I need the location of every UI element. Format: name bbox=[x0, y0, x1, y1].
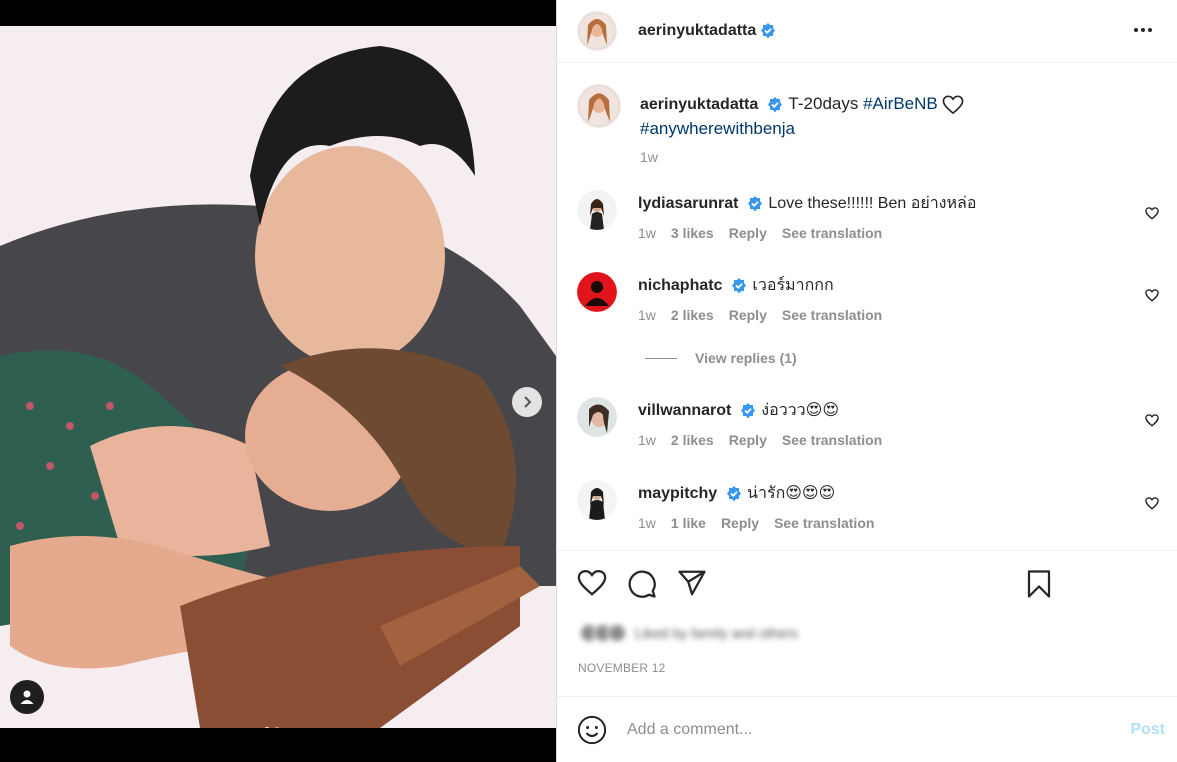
comment-item: lydiasarunrat Love these!!!!!! Ben อย่าง… bbox=[577, 190, 1167, 241]
carousel-dot-active bbox=[264, 727, 270, 728]
like-comment-icon[interactable] bbox=[1145, 207, 1159, 220]
commenter-username[interactable]: villwannarot bbox=[638, 402, 731, 419]
post-date[interactable]: NOVEMBER 12 bbox=[578, 661, 666, 675]
reply-button[interactable]: Reply bbox=[721, 515, 759, 531]
comment-text: Love these!!!!!! Ben อย่างหล่อ bbox=[768, 195, 977, 212]
caption-username[interactable]: aerinyuktadatta bbox=[640, 96, 758, 113]
comment-item: maypitchy น่ารัก😍😍😍 1w 1 like Reply See … bbox=[577, 480, 1167, 531]
post-header: aerinyuktadatta bbox=[557, 0, 1177, 63]
comment-text: เวอร์มากกก bbox=[752, 277, 834, 294]
carousel-indicator bbox=[264, 727, 280, 728]
reply-button[interactable]: Reply bbox=[729, 225, 767, 241]
comments-list: aerinyuktadatta T-20days #AirBeNB #anywh… bbox=[557, 68, 1177, 550]
emoji-icon[interactable] bbox=[577, 715, 607, 745]
comment-timestamp[interactable]: 1w bbox=[638, 515, 656, 531]
verified-icon bbox=[768, 96, 782, 113]
post-details-panel: aerinyuktadatta aerinyuktadatta T-20days… bbox=[556, 0, 1177, 762]
comment-text: น่ารัก😍😍😍 bbox=[747, 485, 836, 502]
like-comment-icon[interactable] bbox=[1145, 414, 1159, 427]
carousel-dot bbox=[274, 727, 280, 728]
commenter-avatar[interactable] bbox=[577, 397, 617, 437]
commenter-username[interactable]: lydiasarunrat bbox=[638, 195, 738, 212]
comment-item: villwannarot ง่อววว😍😍 1w 2 likes Reply S… bbox=[577, 397, 1167, 448]
see-translation-button[interactable]: See translation bbox=[782, 432, 882, 448]
verified-icon bbox=[747, 195, 762, 212]
hashtag-link[interactable]: #anywherewithbenja bbox=[640, 119, 795, 138]
comment-input[interactable]: Add a comment... bbox=[627, 721, 1177, 739]
verified-icon bbox=[726, 485, 741, 502]
add-comment-bar: Add a comment... Post bbox=[557, 696, 1177, 762]
hashtag-link[interactable]: #AirBeNB bbox=[863, 94, 938, 113]
comment-likes-count[interactable]: 1 like bbox=[671, 515, 706, 531]
post-caption: aerinyuktadatta T-20days #AirBeNB #anywh… bbox=[577, 84, 1040, 165]
caption-timestamp: 1w bbox=[640, 149, 658, 165]
bookmark-icon[interactable] bbox=[1025, 569, 1053, 599]
heart-icon[interactable] bbox=[577, 569, 607, 597]
see-translation-button[interactable]: See translation bbox=[782, 307, 882, 323]
comment-item: nichaphatc เวอร์มากกก 1w 2 likes Reply S… bbox=[577, 272, 1167, 323]
caption-text: T-20days bbox=[788, 94, 859, 113]
author-avatar[interactable] bbox=[577, 11, 617, 51]
comment-likes-count[interactable]: 2 likes bbox=[671, 307, 714, 323]
next-slide-button[interactable] bbox=[512, 387, 542, 417]
post-media bbox=[0, 0, 556, 762]
reply-button[interactable]: Reply bbox=[729, 432, 767, 448]
tagged-users-button[interactable] bbox=[10, 680, 44, 714]
post-comment-button[interactable]: Post bbox=[1130, 721, 1165, 739]
commenter-username[interactable]: nichaphatc bbox=[638, 277, 722, 294]
reply-button[interactable]: Reply bbox=[729, 307, 767, 323]
more-icon bbox=[1134, 28, 1138, 32]
post-photo[interactable] bbox=[0, 26, 556, 728]
comment-timestamp[interactable]: 1w bbox=[638, 307, 656, 323]
liked-by-text: Liked by family and others bbox=[635, 625, 798, 641]
see-translation-button[interactable]: See translation bbox=[782, 225, 882, 241]
replies-divider bbox=[645, 357, 677, 359]
more-options-button[interactable] bbox=[1129, 18, 1157, 42]
like-comment-icon[interactable] bbox=[1145, 289, 1159, 302]
liker-avatars bbox=[579, 623, 627, 643]
like-comment-icon[interactable] bbox=[1145, 497, 1159, 510]
verified-icon bbox=[761, 23, 776, 39]
photo-illustration bbox=[0, 26, 556, 728]
commenter-username[interactable]: maypitchy bbox=[638, 485, 717, 502]
comment-timestamp[interactable]: 1w bbox=[638, 225, 656, 241]
comment-timestamp[interactable]: 1w bbox=[638, 432, 656, 448]
view-replies-button[interactable]: View replies (1) bbox=[645, 350, 797, 366]
caption-author-avatar[interactable] bbox=[577, 84, 621, 128]
comment-likes-count[interactable]: 2 likes bbox=[671, 432, 714, 448]
commenter-avatar[interactable] bbox=[577, 272, 617, 312]
chevron-right-icon bbox=[524, 396, 532, 408]
comment-text: ง่อววว😍😍 bbox=[761, 402, 839, 419]
verified-icon bbox=[740, 402, 755, 419]
comment-likes-count[interactable]: 3 likes bbox=[671, 225, 714, 241]
verified-icon bbox=[731, 277, 746, 294]
view-replies-label: View replies (1) bbox=[695, 350, 797, 366]
comment-icon[interactable] bbox=[627, 569, 657, 599]
see-translation-button[interactable]: See translation bbox=[774, 515, 874, 531]
commenter-avatar[interactable] bbox=[577, 190, 617, 230]
author-username[interactable]: aerinyuktadatta bbox=[638, 22, 756, 40]
user-tag-icon bbox=[20, 690, 34, 704]
heart-outline-icon bbox=[943, 95, 964, 114]
liked-by-summary[interactable]: Liked by family and others bbox=[579, 623, 798, 643]
share-icon[interactable] bbox=[677, 569, 707, 597]
commenter-avatar[interactable] bbox=[577, 480, 617, 520]
post-actions: Liked by family and others NOVEMBER 12 bbox=[557, 550, 1177, 696]
